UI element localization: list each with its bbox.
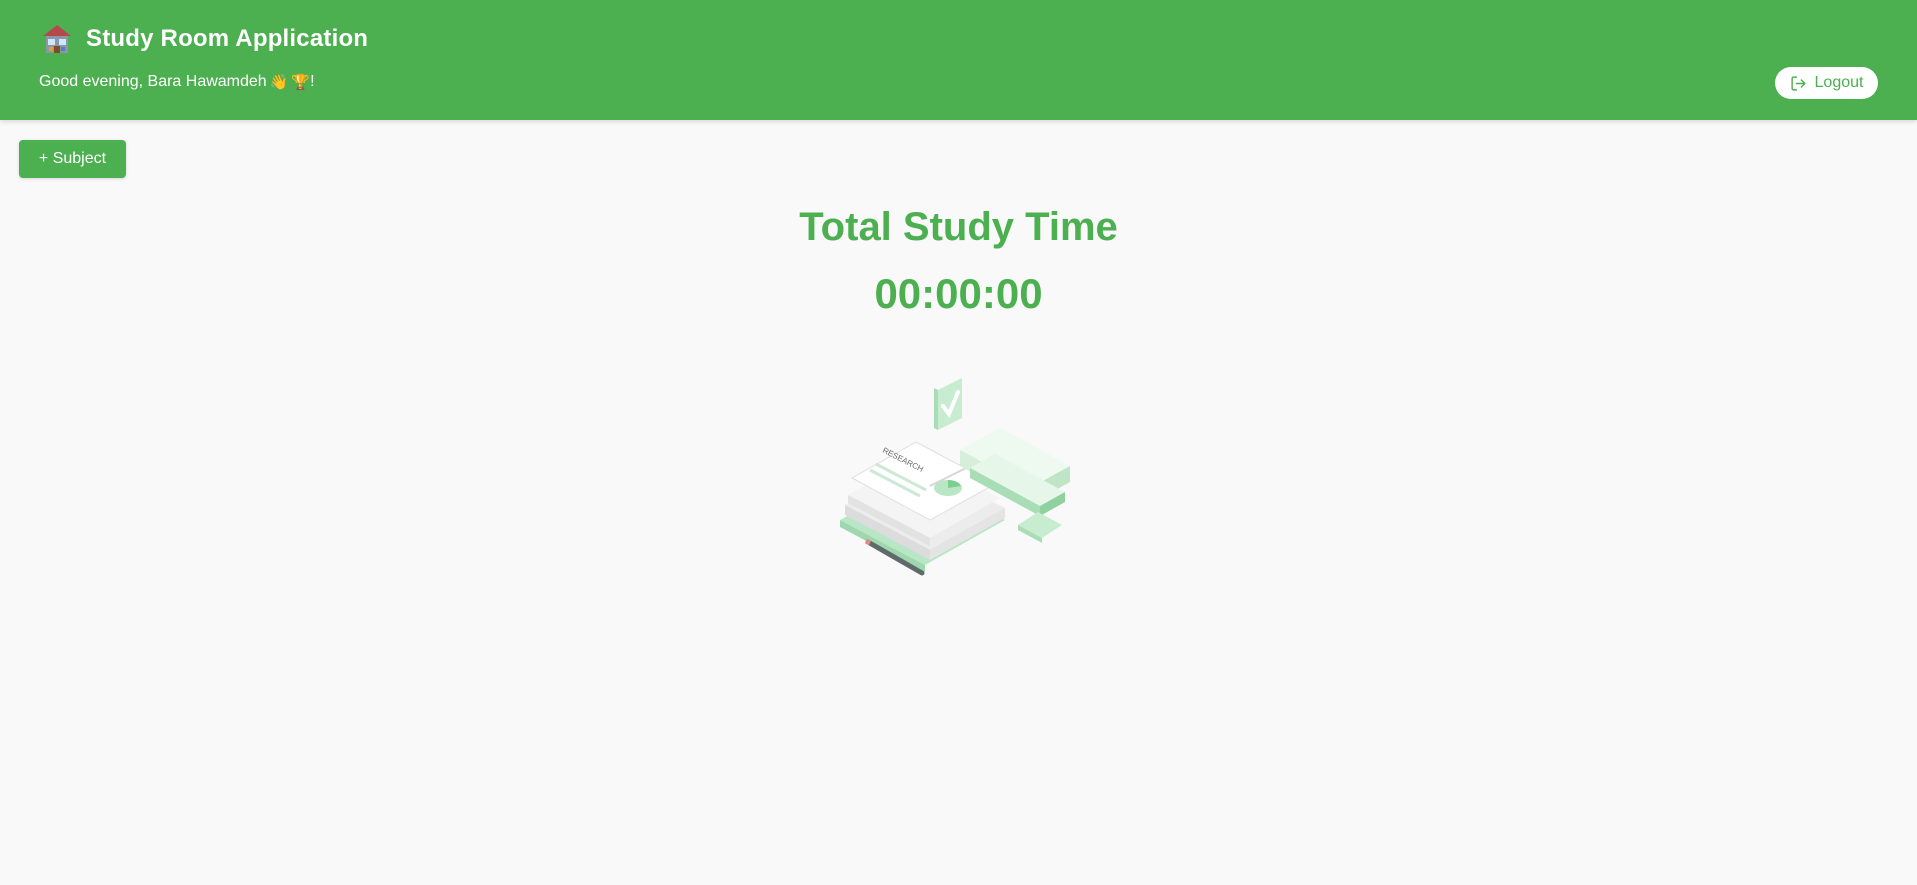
add-subject-button[interactable]: + Subject: [19, 140, 126, 178]
app-title: Study Room Application: [86, 25, 369, 52]
research-illustration: RESEARCH: [830, 370, 1080, 585]
waving-hand-icon: 👋: [269, 74, 289, 91]
total-study-time-title: Total Study Time: [799, 205, 1118, 249]
brand: Study Room Application: [40, 22, 368, 56]
logout-icon: [1790, 75, 1807, 92]
trophy-icon: 🏆: [291, 74, 311, 91]
greeting-suffix: !: [310, 73, 315, 90]
app-header: Study Room Application Good evening, Bar…: [0, 0, 1917, 120]
greeting: Good evening, Bara Hawamdeh 👋 🏆 !: [39, 73, 315, 91]
study-timer: 00:00:00: [874, 270, 1043, 317]
greeting-text: Good evening, Bara Hawamdeh: [39, 73, 267, 90]
logout-button[interactable]: Logout: [1775, 67, 1878, 99]
logout-label: Logout: [1814, 74, 1864, 91]
house-icon: [40, 22, 74, 56]
